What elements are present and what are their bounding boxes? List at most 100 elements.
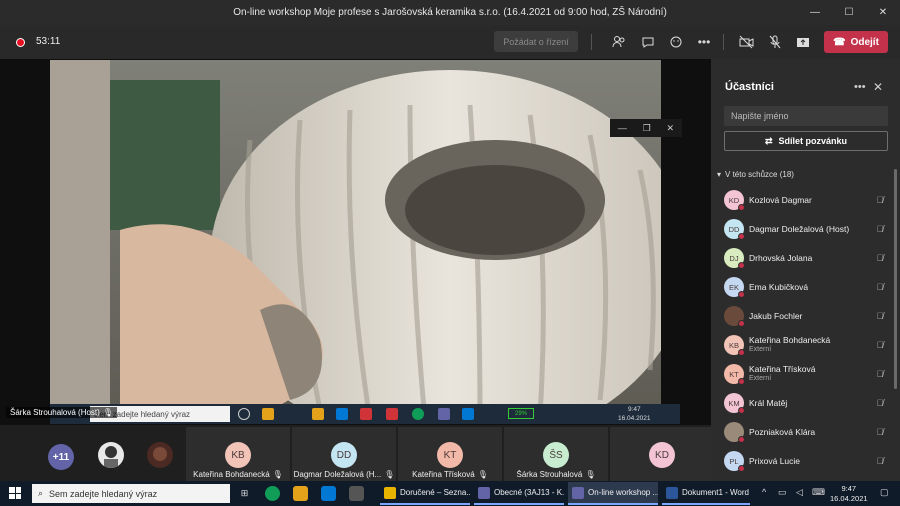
participant-tile[interactable]: DD Dagmar Doležalová (H... 🎙 (292, 427, 396, 481)
tile-name-row: Kateřina Třísková 🎙 (400, 470, 500, 479)
maximize-icon[interactable]: ☐ (832, 0, 866, 25)
file-explorer-icon[interactable] (293, 486, 308, 501)
mic-off-icon[interactable]: 🎙̸ (874, 398, 886, 408)
section-header[interactable]: ▾ V této schůzce (18) (717, 170, 794, 179)
avatar: ŠS (543, 442, 569, 468)
participant-name: Kateřina Třísková (749, 364, 816, 374)
avatar[interactable] (98, 442, 124, 468)
participant-list-item[interactable]: DD Dagmar Doležalová (Host) 🎙̸ (724, 217, 886, 241)
close-icon[interactable]: ✕ (667, 123, 675, 134)
mic-off-icon[interactable]: 🎙̸ (874, 282, 886, 292)
mic-off-icon[interactable]: 🎙̸ (874, 340, 886, 350)
participant-name: Jakub Fochler (749, 311, 803, 321)
chevron-down-icon: ▾ (717, 170, 722, 179)
participant-sub-label: Externí (749, 375, 772, 382)
participant-list-item[interactable]: Pozniaková Klára 🎙̸ (724, 420, 886, 444)
avatar (724, 306, 745, 327)
taskbar-clock[interactable]: 9:47 16.04.2021 (830, 484, 868, 504)
avatar-initials: KT (729, 369, 739, 379)
minimize-icon[interactable]: — (618, 123, 627, 133)
volume-icon[interactable]: ◁ (796, 487, 803, 498)
window-controls: — ☐ ✕ (798, 0, 900, 25)
reactions-icon[interactable] (667, 33, 685, 51)
participant-name: Drhovská Jolana (749, 253, 813, 263)
leave-button[interactable]: ☎ Odejít (824, 31, 888, 53)
participant-search-input[interactable]: Napište jméno (724, 106, 888, 126)
avatar: KD (649, 442, 675, 468)
avatar: KB (225, 442, 251, 468)
taskbar-app-button[interactable]: Obecné (3AJ13 - K... (474, 482, 564, 505)
mic-off-icon[interactable]: 🎙̸ (874, 427, 886, 437)
mic-off-icon[interactable] (766, 33, 784, 51)
close-icon[interactable]: ✕ (873, 80, 883, 94)
avatar: KT (437, 442, 463, 468)
scrollbar[interactable] (894, 169, 897, 389)
mic-off-icon[interactable]: 🎙̸ (874, 311, 886, 321)
status-badge (738, 204, 745, 211)
share-invite-button[interactable]: ⇄ Sdílet pozvánku (724, 131, 888, 151)
participant-name-block: Dagmar Doležalová (Host) (749, 224, 874, 234)
taskbar-app-button[interactable]: Dokument1 - Word (662, 482, 750, 505)
participant-tile[interactable]: KB Kateřina Bohdanecká 🎙 (186, 427, 290, 481)
participant-list-item[interactable]: DJ Drhovská Jolana 🎙̸ (724, 246, 886, 270)
minimize-icon[interactable]: — (798, 0, 832, 25)
request-control-button[interactable]: Požádat o řízení (494, 31, 578, 52)
mic-off-icon[interactable]: 🎙̸ (874, 369, 886, 379)
camera-off-icon[interactable] (737, 33, 755, 51)
task-view-icon[interactable]: ⊞ (237, 486, 252, 501)
more-participants-badge[interactable]: +11 (48, 444, 74, 470)
participant-tile[interactable]: KD (610, 427, 714, 481)
battery-indicator: 29% (508, 408, 534, 419)
mic-off-icon: 🎙 (102, 408, 113, 417)
edge-icon[interactable] (265, 486, 280, 501)
share-invite-label: Sdílet pozvánku (778, 136, 848, 146)
store-icon[interactable] (349, 486, 364, 501)
tile-name-row: Kateřina Bohdanecká 🎙 (188, 470, 288, 479)
taskbar-app-button[interactable]: On-line workshop ... (568, 482, 658, 505)
mic-off-icon[interactable]: 🎙̸ (874, 224, 886, 234)
participant-list-item[interactable]: KB Kateřina Bohdanecká Externí 🎙̸ (724, 333, 886, 357)
mic-off-icon[interactable]: 🎙̸ (874, 253, 886, 263)
share-screen-icon[interactable] (794, 33, 812, 51)
participant-list-item[interactable]: KT Kateřina Třísková Externí 🎙̸ (724, 362, 886, 386)
keyboard-icon[interactable]: ⌨ (812, 487, 825, 498)
participant-list-item[interactable]: KM Král Matěj 🎙̸ (724, 391, 886, 415)
tray-chevron-icon[interactable]: ^ (762, 487, 766, 497)
taskbar-app-button[interactable]: Doručené – Sezna... (380, 482, 470, 505)
network-icon[interactable]: ▭ (778, 487, 787, 498)
participant-list-item[interactable]: EK Ema Kubičková 🎙̸ (724, 275, 886, 299)
participant-tile[interactable]: KT Kateřina Třísková 🎙 (398, 427, 502, 481)
close-window-icon[interactable]: ✕ (866, 0, 900, 25)
app-icon (360, 408, 372, 420)
title-bar: On-line workshop Moje profese s Jarošovs… (0, 0, 900, 25)
presenter-name: Šárka Strouhalová (Host) (10, 408, 100, 417)
participant-list-item[interactable]: KD Kozlová Dagmar 🎙̸ (724, 188, 886, 212)
windows-start-icon[interactable] (9, 487, 21, 499)
tile-name: Dagmar Doležalová (H... (294, 470, 382, 479)
notifications-icon[interactable]: ▢ (880, 487, 889, 498)
participants-icon[interactable] (610, 33, 628, 51)
taskbar-search-input[interactable]: ⌕ Sem zadejte hledaný výraz (32, 484, 230, 503)
app-icon (386, 408, 398, 420)
more-options-icon[interactable]: ••• (695, 33, 713, 51)
chat-icon[interactable] (639, 33, 657, 51)
mail-icon[interactable] (321, 486, 336, 501)
status-badge (738, 320, 745, 327)
participant-tile[interactable]: ŠS Šárka Strouhalová 🎙 (504, 427, 608, 481)
avatar-initials: KD (728, 195, 740, 205)
taskbar-app-label: On-line workshop ... (588, 488, 658, 497)
more-options-icon[interactable]: ••• (854, 81, 866, 93)
teams-icon (438, 408, 450, 420)
taskbar-search-placeholder: Sem zadejte hledaný výraz (49, 488, 158, 499)
restore-icon[interactable]: ❐ (643, 123, 651, 134)
participant-name-block: Prixová Lucie (749, 456, 874, 466)
avatar[interactable] (147, 442, 173, 468)
participant-list-item[interactable]: Jakub Fochler 🎙̸ (724, 304, 886, 328)
taskbar-time: 9:47 (841, 484, 857, 493)
mic-off-icon[interactable]: 🎙̸ (874, 195, 886, 205)
recording-icon (16, 38, 25, 47)
participant-list-item[interactable]: PL Prixová Lucie 🎙̸ (724, 449, 886, 473)
mic-off-icon[interactable]: 🎙̸ (874, 456, 886, 466)
mic-off-icon: 🎙 (477, 470, 488, 479)
avatar-initials: KB (728, 340, 739, 350)
